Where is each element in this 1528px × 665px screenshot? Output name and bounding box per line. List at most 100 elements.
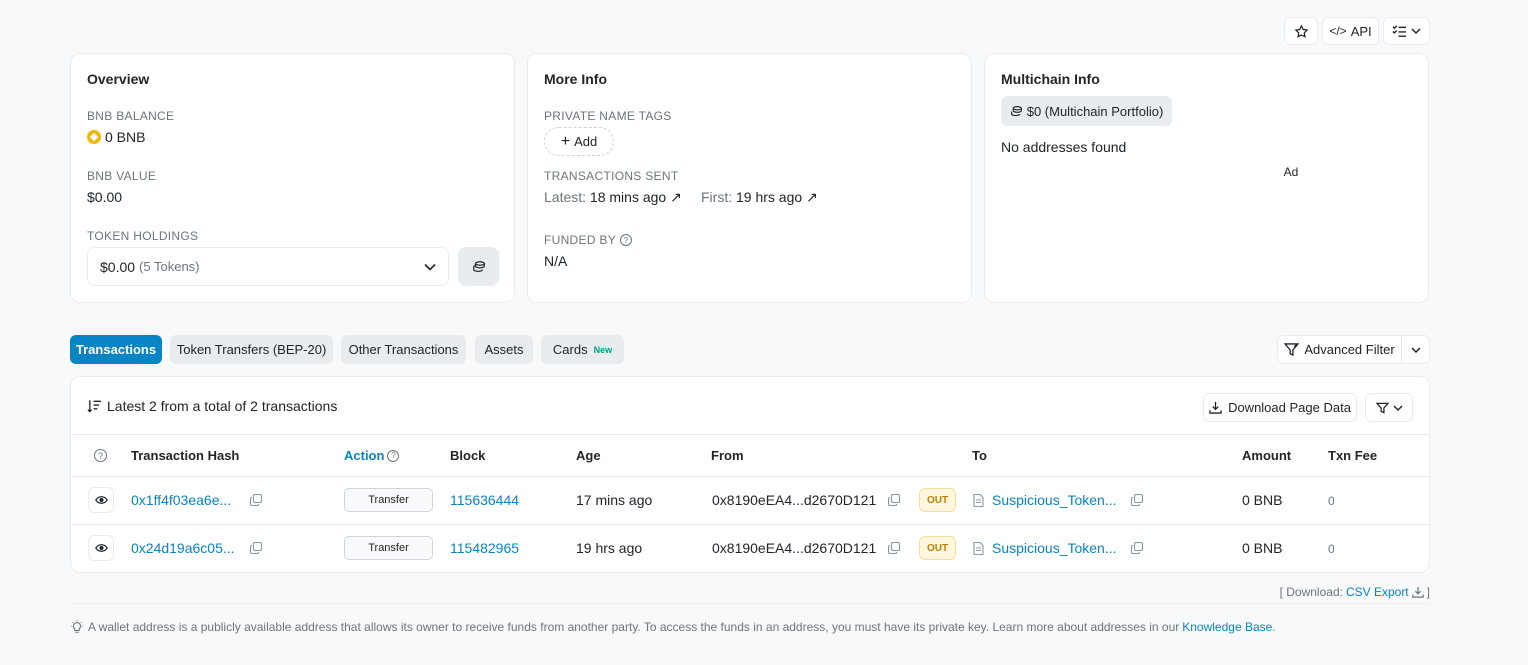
tab-cards[interactable]: Cards New [541,335,624,364]
action-badge: Transfer [344,536,433,560]
bnb-balance-label: BNB BALANCE [87,109,175,123]
copy-icon[interactable] [250,494,262,506]
tx-summary: Latest 2 from a total of 2 transactions [87,398,337,414]
to-address-link[interactable]: Suspicious_Token... [992,540,1117,556]
bnb-balance-value: 0 BNB [87,129,145,145]
copy-icon[interactable] [1131,494,1143,506]
from-address[interactable]: 0x8190eEA4...d2670D121 [712,540,876,556]
header-age[interactable]: Age [576,448,601,463]
bulb-icon [71,620,83,633]
row-divider [71,524,1429,525]
download-icon[interactable] [1411,586,1424,598]
tab-token-transfers[interactable]: Token Transfers (BEP-20) [170,335,333,364]
code-icon: </> [1329,24,1347,38]
api-label: API [1350,23,1372,39]
sort-icon[interactable] [87,399,102,413]
csv-download-prefix: [ Download: [1279,585,1343,599]
star-icon [1294,23,1308,38]
view-details-button[interactable] [88,487,114,513]
age-value: 19 hrs ago [576,540,643,556]
token-holdings-multichain-button[interactable] [458,247,499,286]
tab-transactions[interactable]: Transactions [70,335,162,364]
tx-hash-link[interactable]: 0x1ff4f03ea6e... [131,492,231,508]
chevron-down-icon [1410,346,1421,353]
footer-end: . [1272,620,1276,634]
download-page-data-label: Download Page Data [1228,400,1351,415]
csv-download: [ Download: CSV Export ] [1280,585,1430,599]
csv-download-suffix: ] [1426,585,1430,599]
bnb-icon [87,130,101,144]
direction-badge: OUT [919,488,956,512]
table-top-divider [71,434,1429,435]
private-tags-label: PRIVATE NAME TAGS [544,109,672,123]
arrow-up-right-icon[interactable]: ↗ [670,189,682,205]
copy-icon[interactable] [1131,542,1143,554]
question-icon[interactable]: ? [620,234,633,246]
view-details-button[interactable] [88,535,114,561]
header-block: Block [450,448,486,463]
new-badge: New [593,344,613,355]
token-holdings-value: $0.00 [100,258,136,275]
download-page-data-button[interactable]: Download Page Data [1203,393,1357,422]
advanced-filter-button[interactable]: Advanced Filter [1278,336,1402,363]
action-badge: Transfer [344,488,433,512]
download-icon [1209,401,1222,414]
coins-icon [1010,105,1022,116]
latest-label: Latest: [544,189,587,205]
footer-text: A wallet address is a publicly available… [88,620,1180,634]
footer-divider [71,603,1429,604]
copy-icon[interactable] [250,542,262,554]
header-divider [71,476,1429,477]
bnb-value-value: $0.00 [87,189,123,205]
latest-value[interactable]: 18 mins ago [590,189,666,205]
direction-badge: OUT [919,536,956,560]
amount-value: 0 BNB [1242,540,1283,556]
block-link[interactable]: 115636444 [450,492,519,508]
add-tag-button[interactable]: + Add [544,127,614,156]
table-filter-button[interactable] [1365,393,1413,422]
block-link[interactable]: 115482965 [450,540,519,556]
funded-by-value: N/A [544,253,568,269]
fee-value: 0 [1328,542,1335,556]
more-options-button[interactable] [1383,17,1430,45]
coins-icon [472,260,485,272]
api-button[interactable]: </> API [1322,17,1379,45]
eye-icon [94,544,108,552]
knowledge-base-link[interactable]: Knowledge Base [1182,620,1272,634]
csv-export-link[interactable]: CSV Export [1346,585,1409,599]
amount-value: 0 BNB [1242,492,1283,508]
favorite-button[interactable] [1284,17,1318,45]
to-address-link[interactable]: Suspicious_Token... [992,492,1117,508]
first-value[interactable]: 19 hrs ago [736,189,802,205]
header-action: Action ? [344,448,400,463]
question-icon[interactable]: ? [94,449,107,462]
tx-hash-link[interactable]: 0x24d19a6c05... [131,540,235,556]
more-info-title: More Info [544,71,607,87]
arrow-up-right-icon[interactable]: ↗ [806,189,818,205]
tx-summary-text: Latest 2 from a total of 2 transactions [107,398,338,414]
list-check-icon [1392,24,1406,37]
header-hash: Transaction Hash [131,448,240,463]
contract-icon [973,494,984,507]
multichain-portfolio-button[interactable]: $0 (Multichain Portfolio) [1001,96,1172,126]
more-info-card: More Info PRIVATE NAME TAGS + Add TRANSA… [527,53,972,303]
copy-icon[interactable] [888,494,900,506]
question-icon[interactable]: ? [387,449,400,462]
fee-value: 0 [1328,494,1335,508]
ad-badge[interactable]: Ad [1279,163,1303,181]
advanced-filter-group: Advanced Filter [1277,335,1430,364]
header-fee[interactable]: Txn Fee [1328,448,1377,463]
tab-assets[interactable]: Assets [475,335,533,364]
from-address[interactable]: 0x8190eEA4...d2670D121 [712,492,876,508]
multichain-card: Multichain Info $0 (Multichain Portfolio… [984,53,1429,303]
tab-other-transactions[interactable]: Other Transactions [341,335,466,364]
age-value: 17 mins ago [576,492,653,508]
header-amount[interactable]: Amount [1242,448,1291,463]
token-holdings-dropdown[interactable]: $0.00 (5 Tokens) [87,247,449,286]
tx-sent-first: First: 19 hrs ago ↗ [701,189,818,206]
advanced-filter-dropdown[interactable] [1402,336,1429,363]
overview-title: Overview [87,71,150,87]
add-tag-label: Add [574,134,598,149]
copy-icon[interactable] [888,542,900,554]
overview-card: Overview BNB BALANCE 0 BNB BNB VALUE $0.… [70,53,515,303]
